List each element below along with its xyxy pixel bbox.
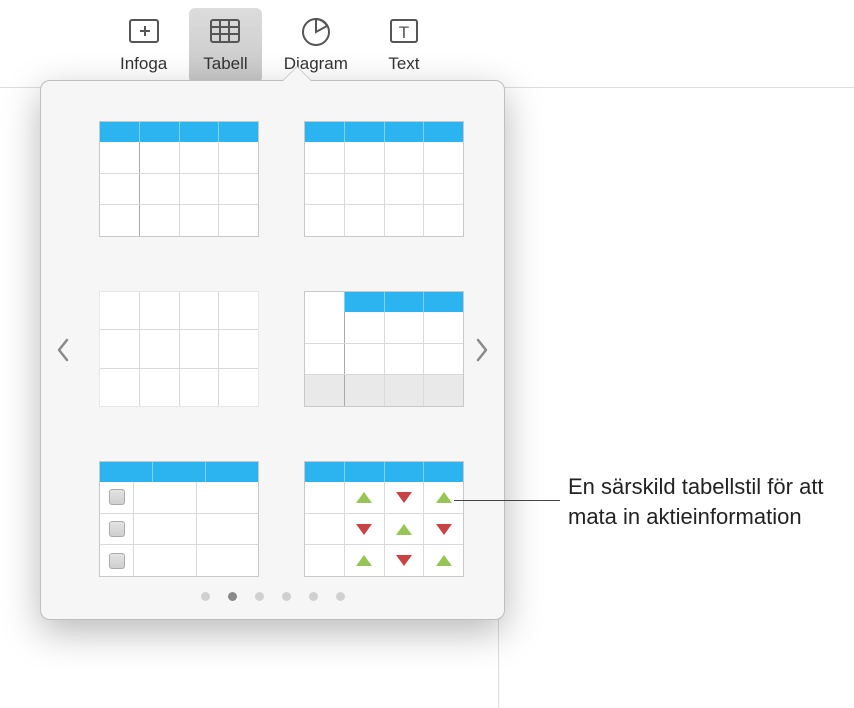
text-icon: T [384,12,424,52]
toolbar-label: Text [388,54,419,74]
stock-up-icon [436,492,452,503]
checkbox-icon [109,553,125,569]
toolbar: Infoga Tabell Diagram T Text [0,0,854,88]
page-dot[interactable] [255,592,264,601]
toolbar-item-text[interactable]: T Text [366,4,442,87]
page-dot[interactable] [201,592,210,601]
table-style-grid [59,121,486,591]
callout-text: En särskild tabellstil för att mata in a… [568,472,840,533]
svg-text:T: T [399,23,409,42]
toolbar-item-insert[interactable]: Infoga [102,4,185,87]
page-dot[interactable] [336,592,345,601]
page-indicator [41,592,504,601]
table-style-header-footer[interactable] [304,291,464,407]
stock-down-icon [396,492,412,503]
stock-down-icon [436,524,452,535]
stock-up-icon [356,555,372,566]
stock-down-icon [396,555,412,566]
table-style-header-firstcol[interactable] [99,121,259,237]
table-style-checklist[interactable] [99,461,259,577]
prev-page-button[interactable] [51,330,75,370]
insert-icon [124,12,164,52]
page-dot[interactable] [309,592,318,601]
checkbox-icon [109,521,125,537]
stock-up-icon [436,555,452,566]
toolbar-item-table[interactable]: Tabell [189,8,261,83]
toolbar-label: Infoga [120,54,167,74]
chart-icon [296,12,336,52]
page-dot[interactable] [228,592,237,601]
toolbar-label: Tabell [203,54,247,74]
stock-up-icon [356,492,372,503]
checkbox-icon [109,489,125,505]
table-style-plain[interactable] [99,291,259,407]
table-icon [205,12,245,52]
page-dot[interactable] [282,592,291,601]
stock-up-icon [396,524,412,535]
toolbar-item-chart[interactable]: Diagram [266,4,366,87]
toolbar-leading-space [0,4,102,87]
callout-leader-line [454,500,560,501]
table-style-stocks[interactable] [304,461,464,577]
next-page-button[interactable] [470,330,494,370]
table-styles-popover [40,80,505,620]
table-style-header-basic[interactable] [304,121,464,237]
stock-down-icon [356,524,372,535]
